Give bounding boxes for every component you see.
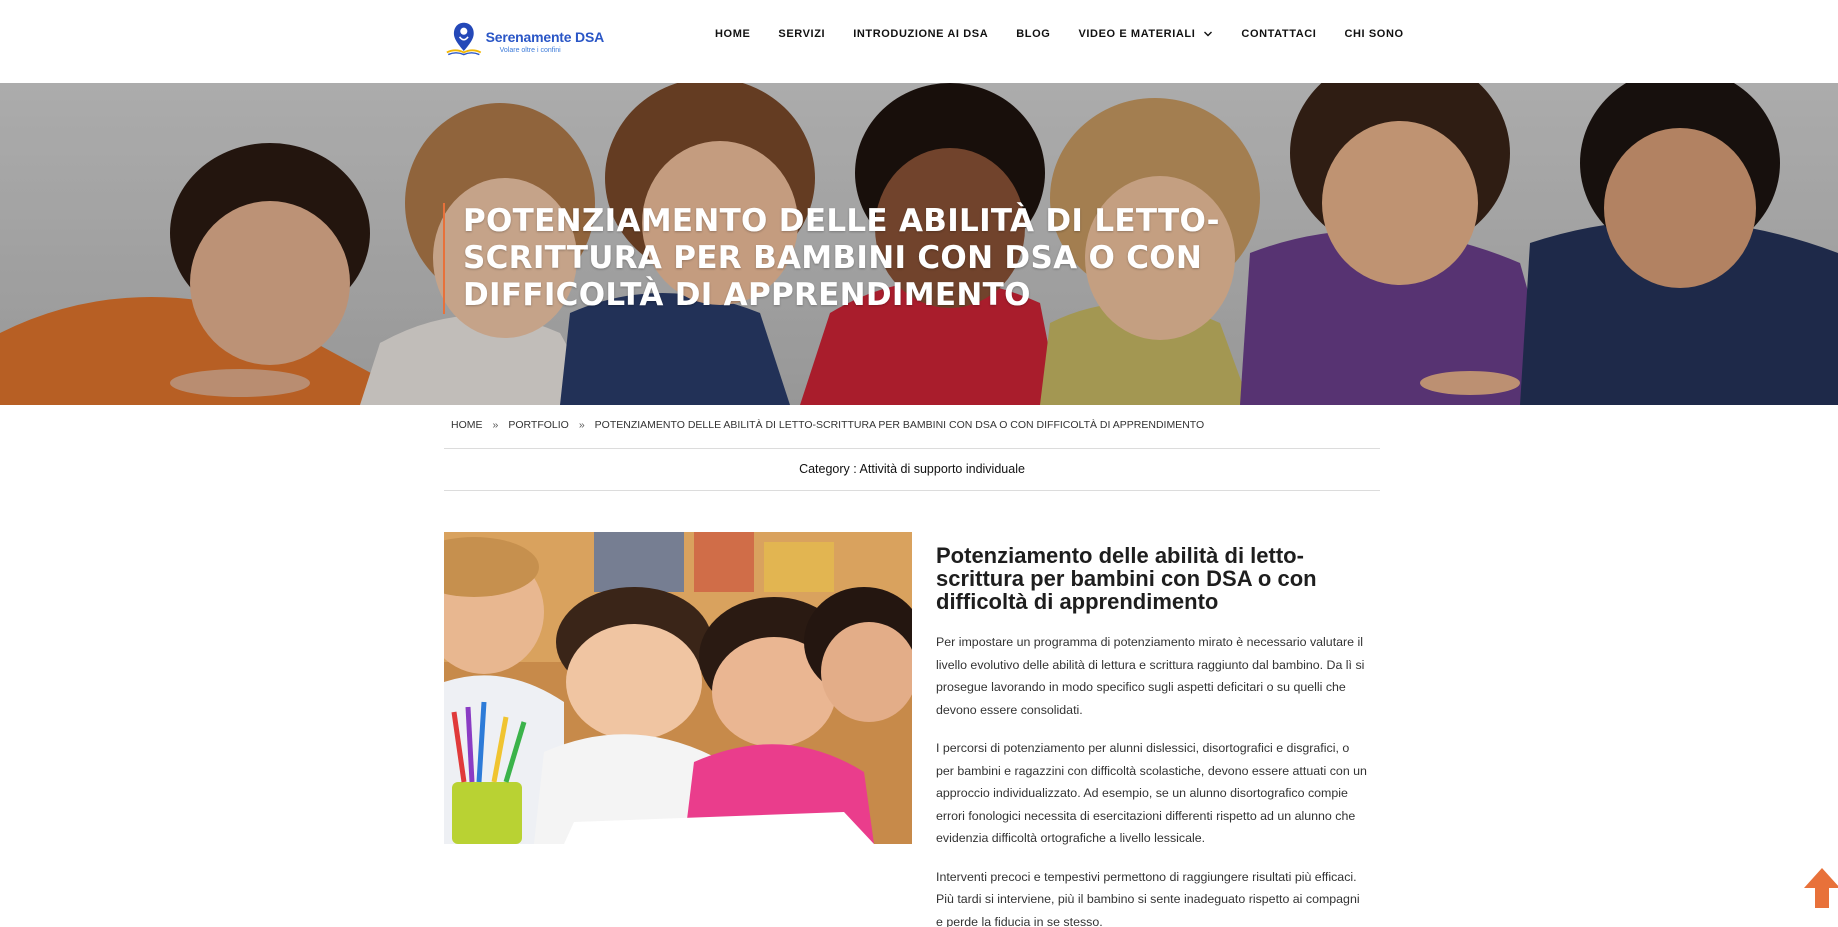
breadcrumb-current: POTENZIAMENTO DELLE ABILITÀ DI LETTO-SCR… <box>594 419 1205 431</box>
nav-home[interactable]: HOME <box>715 28 750 40</box>
breadcrumb-home[interactable]: HOME <box>451 419 483 431</box>
breadcrumb-portfolio[interactable]: PORTFOLIO <box>508 419 568 431</box>
category-line: Category : Attività di supporto individu… <box>444 462 1380 476</box>
breadcrumb-separator: » <box>492 419 499 431</box>
page-title: POTENZIAMENTO DELLE ABILITÀ DI LETTO-SCR… <box>463 203 1220 313</box>
divider <box>444 448 1380 449</box>
nav-home-label: HOME <box>715 28 751 40</box>
nav-chi-sono[interactable]: CHI SONO <box>1344 28 1403 40</box>
chevron-down-icon <box>1204 31 1213 37</box>
divider <box>444 490 1380 491</box>
nav-blog-label: BLOG <box>1016 28 1051 40</box>
article-body: Potenziamento delle abilità di letto-scr… <box>936 544 1368 927</box>
scroll-to-top-button[interactable] <box>1802 866 1838 910</box>
article-paragraph: I percorsi di potenziamento per alunni d… <box>936 741 1367 845</box>
nav-blog[interactable]: BLOG <box>1016 28 1050 40</box>
brand-name: Serenamente DSA <box>485 29 605 45</box>
location-pin-book-icon <box>446 22 482 56</box>
nav-chi-sono-label: CHI SONO <box>1344 28 1404 40</box>
nav-introduzione-ai-dsa[interactable]: INTRODUZIONE AI DSA <box>853 28 988 40</box>
article-image <box>444 532 912 844</box>
site-logo[interactable]: Serenamente DSA Volare oltre i confini <box>444 14 604 66</box>
article-paragraph: Interventi precoci e tempestivi permetto… <box>936 869 1360 927</box>
article-paragraph: Per impostare un programma di potenziame… <box>936 635 1365 717</box>
article-title: Potenziamento delle abilità di letto-scr… <box>936 543 1317 614</box>
main-nav: HOME SERVIZI INTRODUZIONE AI DSA BLOG VI… <box>715 28 1404 40</box>
breadcrumb-separator: » <box>578 419 585 431</box>
nav-servizi-label: SERVIZI <box>778 28 826 40</box>
site-header: Serenamente DSA Volare oltre i confini H… <box>0 0 1838 83</box>
breadcrumb: HOME » PORTFOLIO » POTENZIAMENTO DELLE A… <box>451 419 1204 431</box>
nav-introduzione-label: INTRODUZIONE AI DSA <box>853 28 989 40</box>
nav-video-label: VIDEO E MATERIALI <box>1078 28 1196 40</box>
hero-title-block: POTENZIAMENTO DELLE ABILITÀ DI LETTO-SCR… <box>443 203 1343 314</box>
nav-video-e-materiali[interactable]: VIDEO E MATERIALI <box>1078 28 1213 40</box>
brand-tagline: Volare oltre i confini <box>499 47 561 54</box>
arrow-up-icon <box>1804 868 1838 908</box>
category-value[interactable]: Attività di supporto individuale <box>860 462 1025 476</box>
nav-contattaci[interactable]: CONTATTACI <box>1241 28 1316 40</box>
nav-contattaci-label: CONTATTACI <box>1241 28 1317 40</box>
nav-servizi[interactable]: SERVIZI <box>778 28 825 40</box>
hero-banner: POTENZIAMENTO DELLE ABILITÀ DI LETTO-SCR… <box>0 83 1838 405</box>
category-label: Category : <box>799 462 857 476</box>
children-writing-photo <box>444 532 912 844</box>
